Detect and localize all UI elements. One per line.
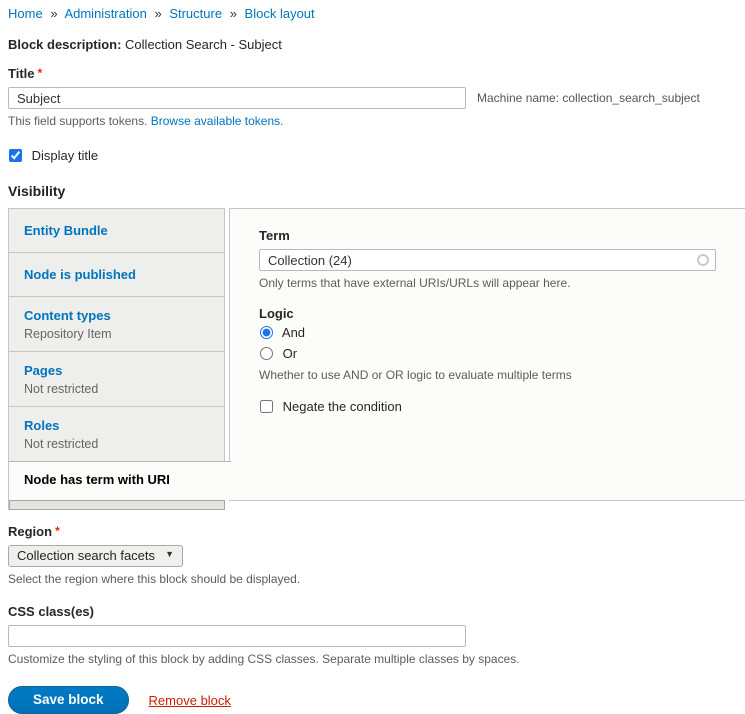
- visibility-heading: Visibility: [8, 183, 743, 199]
- display-title-row: Display title: [8, 148, 743, 164]
- breadcrumb-link-block-layout[interactable]: Block layout: [245, 6, 315, 21]
- form-actions: Save block Remove block: [8, 686, 743, 714]
- title-description-text: This field supports tokens.: [8, 114, 147, 128]
- tab-summary: Not restricted: [24, 382, 210, 397]
- tab-pages[interactable]: Pages Not restricted: [9, 352, 225, 407]
- css-classes-input[interactable]: [8, 625, 466, 647]
- logic-description: Whether to use AND or OR logic to evalua…: [259, 368, 716, 383]
- tab-node-has-term-with-uri[interactable]: Node has term with URI: [9, 461, 231, 500]
- breadcrumb-link-administration[interactable]: Administration: [64, 6, 146, 21]
- breadcrumb-separator: »: [154, 6, 161, 21]
- tab-roles[interactable]: Roles Not restricted: [9, 407, 225, 462]
- logic-or-radio[interactable]: [260, 347, 273, 360]
- term-autocomplete-input[interactable]: [259, 249, 716, 271]
- display-title-option[interactable]: Display title: [8, 148, 98, 163]
- visibility-tab-pane: Term Only terms that have external URIs/…: [229, 208, 745, 501]
- tab-summary: Not restricted: [24, 437, 210, 452]
- logic-label: Logic: [259, 306, 716, 321]
- remove-block-link[interactable]: Remove block: [149, 693, 231, 708]
- region-select[interactable]: Collection search facets: [8, 545, 183, 567]
- term-label: Term: [259, 228, 716, 243]
- logic-option-or[interactable]: Or: [259, 344, 716, 363]
- logic-and-radio[interactable]: [260, 326, 273, 339]
- breadcrumb-link-structure[interactable]: Structure: [169, 6, 222, 21]
- region-field-section: Region* Collection search facets ▼ Selec…: [8, 524, 743, 587]
- title-label-text: Title: [8, 66, 35, 81]
- tab-summary: Repository Item: [24, 327, 210, 342]
- autocomplete-circle-icon: [697, 254, 709, 266]
- tab-label: Pages: [24, 362, 210, 379]
- region-label-text: Region: [8, 524, 52, 539]
- tab-node-is-published[interactable]: Node is published: [9, 253, 225, 297]
- block-description-value: Collection Search - Subject: [125, 37, 282, 52]
- css-classes-label: CSS class(es): [8, 604, 743, 619]
- breadcrumb-separator: »: [50, 6, 57, 21]
- breadcrumb: Home » Administration » Structure » Bloc…: [8, 5, 743, 22]
- tab-label: Node has term with URI: [24, 471, 211, 488]
- breadcrumb-separator: »: [230, 6, 237, 21]
- negate-condition-row: Negate the condition: [259, 398, 716, 415]
- logic-or-label: Or: [283, 346, 297, 361]
- css-classes-description: Customize the styling of this block by a…: [8, 652, 743, 667]
- css-classes-section: CSS class(es) Customize the styling of t…: [8, 604, 743, 667]
- tab-entity-bundle[interactable]: Entity Bundle: [9, 209, 225, 253]
- tab-content-types[interactable]: Content types Repository Item: [9, 297, 225, 352]
- title-description: This field supports tokens. Browse avail…: [8, 114, 743, 129]
- save-block-button[interactable]: Save block: [8, 686, 129, 714]
- visibility-vertical-tabs: Entity Bundle Node is published Content …: [8, 208, 743, 510]
- logic-section: Logic And Or Whether to use AND or OR lo…: [259, 306, 716, 383]
- tab-label: Content types: [24, 307, 210, 324]
- tabs-menu-footer-strip: [9, 500, 225, 510]
- title-input[interactable]: [8, 87, 466, 109]
- tab-label: Node is published: [24, 266, 210, 283]
- browse-tokens-link[interactable]: Browse available tokens.: [151, 114, 284, 128]
- title-field-section: Title* Machine name: collection_search_s…: [8, 66, 743, 129]
- tab-label: Roles: [24, 417, 210, 434]
- negate-condition-option[interactable]: Negate the condition: [259, 399, 402, 414]
- term-description: Only terms that have external URIs/URLs …: [259, 276, 716, 291]
- region-description: Select the region where this block shoul…: [8, 572, 743, 587]
- title-label: Title*: [8, 66, 743, 81]
- negate-condition-checkbox[interactable]: [260, 400, 273, 413]
- logic-option-and[interactable]: And: [259, 323, 716, 342]
- visibility-tabs-menu: Entity Bundle Node is published Content …: [8, 208, 225, 510]
- breadcrumb-link-home[interactable]: Home: [8, 6, 43, 21]
- block-description-label: Block description:: [8, 37, 121, 52]
- logic-or-option[interactable]: Or: [259, 346, 297, 361]
- region-label: Region*: [8, 524, 743, 539]
- block-description: Block description: Collection Search - S…: [8, 37, 743, 53]
- display-title-checkbox[interactable]: [9, 149, 22, 162]
- negate-condition-label: Negate the condition: [283, 399, 402, 414]
- required-marker: *: [55, 524, 60, 538]
- logic-and-label: And: [282, 325, 305, 340]
- display-title-label: Display title: [32, 148, 98, 163]
- tab-label: Entity Bundle: [24, 222, 210, 239]
- logic-and-option[interactable]: And: [259, 325, 305, 340]
- required-marker: *: [38, 66, 43, 80]
- machine-name-text: Machine name: collection_search_subject: [477, 91, 700, 105]
